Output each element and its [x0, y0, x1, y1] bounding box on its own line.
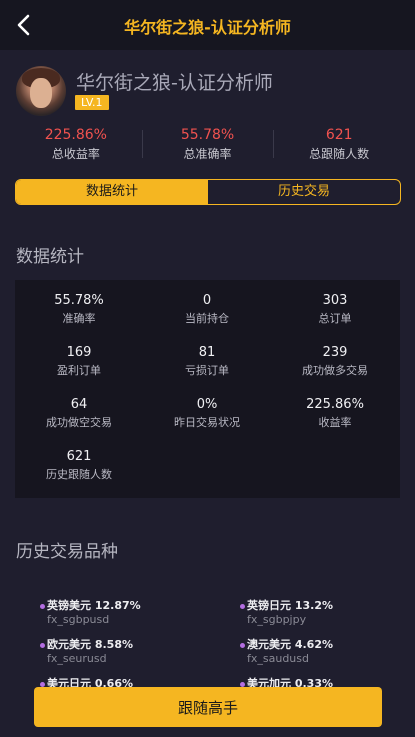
stat-history-followers: 621 历史跟随人数 [46, 449, 112, 481]
stat-total-orders: 303 总订单 [318, 293, 352, 325]
bullet-dot-icon [240, 643, 245, 648]
stats-grid: 55.78% 准确率 0 当前持仓 303 总订单 169 盈利订单 81 亏损… [15, 280, 400, 498]
stat-loss-orders: 81 亏损订单 [185, 345, 229, 377]
legend-item: 英镑日元 13.2% fx_sgbpjpy [240, 599, 333, 627]
level-badge: LV.1 [75, 95, 109, 110]
stat-yesterday: 0% 昨日交易状况 [174, 397, 240, 429]
bullet-dot-icon [240, 604, 245, 609]
summary-total-return: 225.86% 总收益率 [44, 127, 107, 161]
follow-expert-button[interactable]: 跟随高手 [34, 687, 382, 727]
legend-item: 英镑美元 12.87% fx_sgbpusd [40, 599, 141, 627]
bullet-dot-icon [40, 643, 45, 648]
summary-stats: 225.86% 总收益率 55.78% 总准确率 621 总跟随人数 [10, 126, 405, 166]
stat-open-positions: 0 当前持仓 [185, 293, 229, 325]
stat-long-success: 239 成功做多交易 [302, 345, 368, 377]
stat-short-success: 64 成功做空交易 [46, 397, 112, 429]
legend-item: 澳元美元 4.62% fx_saudusd [240, 638, 333, 666]
top-bar: 华尔街之狼-认证分析师 [0, 0, 415, 50]
page-title: 华尔街之狼-认证分析师 [124, 18, 291, 37]
history-section-title: 历史交易品种 [16, 542, 118, 562]
stat-return: 225.86% 收益率 [306, 397, 364, 429]
summary-accuracy: 55.78% 总准确率 [141, 126, 274, 166]
tab-statistics[interactable]: 数据统计 [16, 180, 208, 204]
stat-profit-orders: 169 盈利订单 [57, 345, 101, 377]
tab-history[interactable]: 历史交易 [208, 180, 400, 204]
tab-bar: 数据统计 历史交易 [15, 179, 401, 205]
legend-item: 欧元美元 8.58% fx_seurusd [40, 638, 133, 666]
profile-name: 华尔街之狼-认证分析师 [76, 72, 273, 94]
summary-followers: 621 总跟随人数 [273, 126, 405, 166]
avatar [16, 66, 66, 116]
stats-section-title: 数据统计 [16, 247, 84, 267]
bullet-dot-icon [40, 604, 45, 609]
stat-accuracy: 55.78% 准确率 [54, 293, 104, 325]
